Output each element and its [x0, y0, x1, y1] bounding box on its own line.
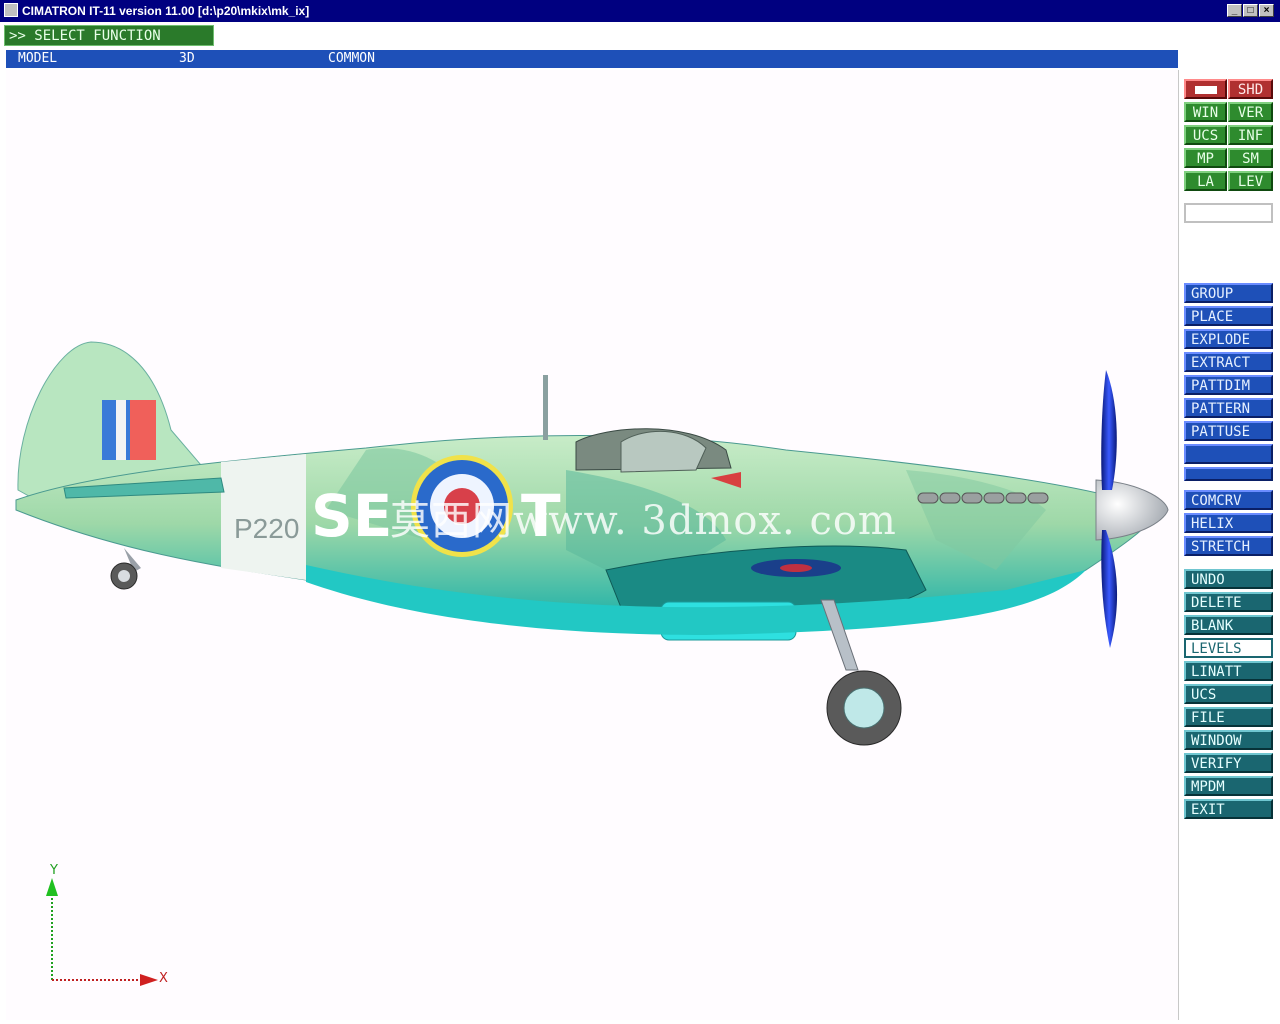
wing-roundel-center	[780, 564, 812, 572]
menu-3d[interactable]: 3D	[179, 50, 195, 68]
delete-button[interactable]: DELETE	[1184, 592, 1273, 612]
pattern-button[interactable]: PATTERN	[1184, 398, 1273, 418]
linatt-button[interactable]: LINATT	[1184, 661, 1273, 681]
mp-button[interactable]: MP	[1184, 148, 1227, 168]
empty-function-button[interactable]	[1184, 444, 1273, 464]
lev-button[interactable]: LEV	[1228, 171, 1273, 191]
command-prompt: >> SELECT FUNCTION	[4, 25, 214, 46]
shd-button[interactable]: SHD	[1228, 79, 1273, 99]
ucs-button[interactable]: UCS	[1184, 684, 1273, 704]
maximize-button[interactable]: □	[1243, 4, 1258, 17]
window-title: CIMATRON IT-11 version 11.00 [d:\p20\mki…	[22, 4, 310, 18]
spacer-button	[1184, 467, 1273, 481]
ucs-toggle-button[interactable]: UCS	[1184, 125, 1227, 145]
pattdim-button[interactable]: PATTDIM	[1184, 375, 1273, 395]
comcrv-button[interactable]: COMCRV	[1184, 490, 1273, 510]
color-swatch	[1194, 86, 1217, 94]
ver-button[interactable]: VER	[1228, 102, 1273, 122]
inf-button[interactable]: INF	[1228, 125, 1273, 145]
axis-x-label: X	[159, 971, 168, 986]
close-button[interactable]: ×	[1259, 4, 1274, 17]
place-button[interactable]: PLACE	[1184, 306, 1273, 326]
mpdm-button[interactable]: MPDM	[1184, 776, 1273, 796]
menu-common[interactable]: COMMON	[328, 50, 375, 68]
window-button[interactable]: WINDOW	[1184, 730, 1273, 750]
app-icon[interactable]	[4, 3, 18, 17]
group-button[interactable]: GROUP	[1184, 283, 1273, 303]
window-titlebar: CIMATRON IT-11 version 11.00 [d:\p20\mki…	[0, 0, 1280, 22]
propeller-blade-top	[1101, 370, 1117, 490]
main-wheel-hub	[843, 687, 885, 729]
antenna-mast	[543, 375, 548, 440]
watermark: 莫西网www. 3dmox. com	[390, 498, 897, 544]
helix-button[interactable]: HELIX	[1184, 513, 1273, 533]
sidebar-input-field[interactable]	[1184, 203, 1273, 223]
exit-button[interactable]: EXIT	[1184, 799, 1273, 819]
pattuse-button[interactable]: PATTUSE	[1184, 421, 1273, 441]
stretch-button[interactable]: STRETCH	[1184, 536, 1273, 556]
axis-y-label: Y	[49, 863, 58, 878]
sm-button[interactable]: SM	[1228, 148, 1273, 168]
fin-flash-white	[116, 400, 126, 460]
verify-button[interactable]: VERIFY	[1184, 753, 1273, 773]
win-button[interactable]: WIN	[1184, 102, 1227, 122]
minimize-button[interactable]: _	[1227, 4, 1242, 17]
la-button[interactable]: LA	[1184, 171, 1227, 191]
serial-number: P220	[234, 513, 299, 544]
color-swatch-button[interactable]	[1184, 79, 1227, 99]
menu-bar: MODEL 3D COMMON	[6, 50, 1178, 68]
levels-button[interactable]: LEVELS	[1184, 638, 1273, 658]
extract-button[interactable]: EXTRACT	[1184, 352, 1273, 372]
graphics-viewport[interactable]: P220 SE T Y X 莫西网www. 3dmox. com	[6, 70, 1179, 1020]
ucs-axes	[46, 878, 158, 986]
explode-button[interactable]: EXPLODE	[1184, 329, 1273, 349]
squadron-code: SE	[311, 482, 392, 550]
undo-button[interactable]: UNDO	[1184, 569, 1273, 589]
blank-button[interactable]: BLANK	[1184, 615, 1273, 635]
menu-model[interactable]: MODEL	[18, 50, 57, 68]
file-button[interactable]: FILE	[1184, 707, 1273, 727]
fin-flash-red	[130, 400, 156, 460]
